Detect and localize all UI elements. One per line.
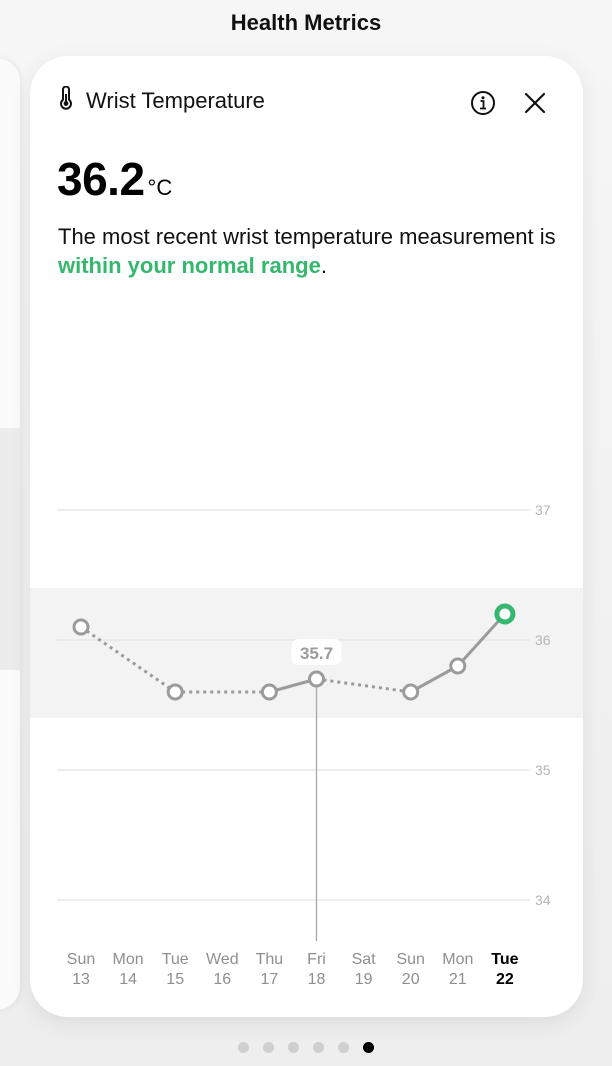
x-tick-day: Wed [206,951,239,968]
page-dot[interactable] [238,1042,249,1053]
page-dot[interactable] [313,1042,324,1053]
x-tick-date: 13 [72,971,90,988]
page-indicator[interactable] [0,1042,612,1053]
data-point [402,683,420,701]
selected-value-label: 35.7 [300,644,333,663]
y-tick-label: 35 [535,762,551,778]
x-tick-day: Thu [256,951,284,968]
x-tick-day: Mon [113,951,144,968]
temperature-chart[interactable]: 37 36 35 34 35.7 Sun 13 Mon 14 Tue 15 Wed 16 Thu 17 Fri… [0,0,612,1066]
x-tick-day: Sun [396,951,424,968]
x-tick-day: Tue [491,951,518,968]
data-point [72,618,90,636]
y-tick-label: 37 [535,502,551,518]
page-dot[interactable] [363,1042,374,1053]
x-tick-day: Mon [442,951,473,968]
latest-data-point [494,603,516,625]
x-tick-date: 14 [119,971,137,988]
x-tick-date: 17 [261,971,279,988]
page-dot[interactable] [263,1042,274,1053]
data-point [308,670,325,688]
x-tick-date: 22 [496,971,514,988]
x-tick-date: 16 [213,971,231,988]
x-tick-day: Tue [162,951,189,968]
data-point [260,683,278,701]
x-tick-date: 19 [355,971,373,988]
page-dot[interactable] [288,1042,299,1053]
y-tick-label: 34 [535,892,551,908]
x-tick-day: Sat [352,951,377,968]
x-tick-date: 18 [308,971,326,988]
x-tick-date: 20 [402,971,420,988]
x-tick-day: Sun [67,951,95,968]
x-tick-date: 15 [166,971,184,988]
data-point [449,657,467,675]
y-tick-label: 36 [535,632,551,648]
data-point [166,683,184,701]
x-tick-date: 21 [449,971,467,988]
x-tick-day: Fri [307,951,326,968]
page-dot[interactable] [338,1042,349,1053]
